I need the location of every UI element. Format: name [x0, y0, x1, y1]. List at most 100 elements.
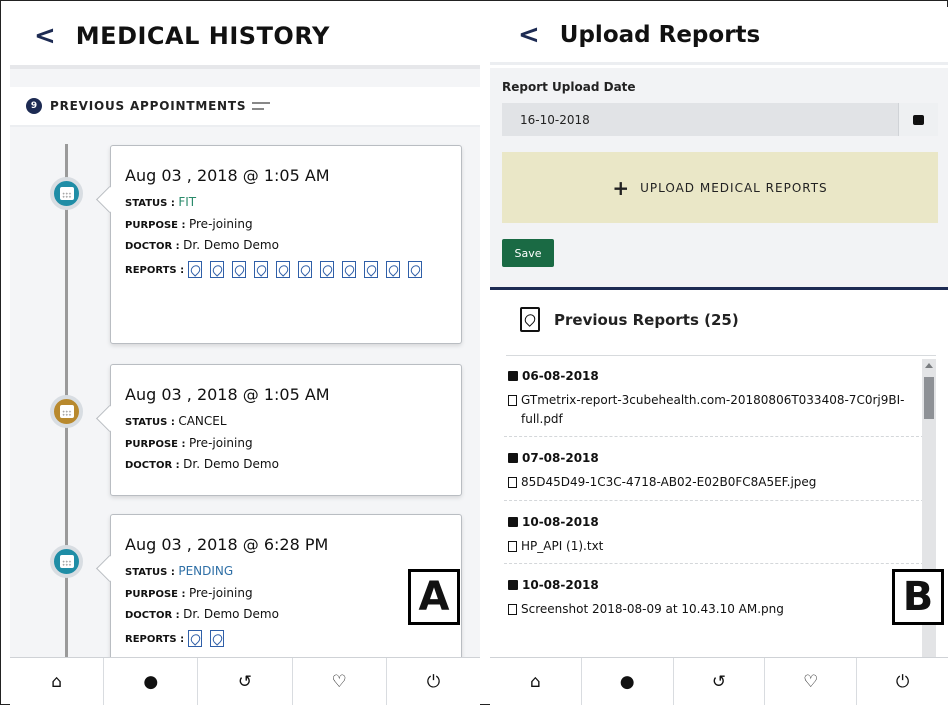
power-icon[interactable]: ⏻ [857, 658, 948, 705]
scrollbar-thumb[interactable] [924, 377, 934, 419]
pdf-report-icon[interactable] [386, 260, 401, 278]
panel-tag-a: A [408, 569, 460, 625]
purpose-value: Pre-joining [188, 585, 253, 600]
pdf-report-icon[interactable] [232, 260, 247, 278]
status-value: PENDING [178, 564, 234, 578]
pdf-report-icon[interactable] [254, 260, 269, 278]
pdf-report-icon[interactable] [210, 629, 225, 647]
calendar-icon [50, 395, 83, 428]
report-date: 10-08-2018 [522, 578, 599, 593]
previous-reports-list: 06-08-2018 GTmetrix-report-3cubehealth.c… [504, 363, 924, 635]
reports-label: REPORTS : [125, 633, 185, 645]
doctor-value: Dr. Demo Demo [183, 457, 279, 471]
doctor-label: DOCTOR : [125, 460, 184, 471]
report-file-link[interactable]: Screenshot 2018-08-09 at 10.43.10 AM.png [521, 600, 784, 619]
report-file-link[interactable]: HP_API (1).txt [521, 537, 603, 556]
list-item[interactable]: 10-08-2018 HP_API (1).txt [504, 509, 924, 565]
upload-medical-reports-button[interactable]: + UPLOAD MEDICAL REPORTS [502, 152, 938, 223]
panel-tag-b: B [892, 569, 944, 625]
doctor-value: Dr. Demo Demo [183, 607, 279, 621]
pdf-report-icon[interactable] [364, 260, 379, 278]
pdf-document-icon [520, 307, 540, 332]
bottom-nav: ⌂ ● ↺ ♡ ⏻ [10, 657, 480, 705]
reports-row: REPORTS : [125, 259, 445, 283]
section-divider [490, 287, 948, 290]
file-icon [508, 604, 517, 616]
upload-reports-header: < Upload Reports [490, 7, 948, 65]
home-icon[interactable]: ⌂ [10, 658, 105, 705]
status-label: STATUS : [125, 567, 179, 578]
scroll-up-arrow-icon[interactable] [925, 363, 933, 368]
purpose-label: PURPOSE : [125, 438, 189, 450]
previous-appointments-bar[interactable]: 9 PREVIOUS APPOINTMENTS [10, 87, 480, 127]
appointment-date: Aug 03 , 2018 @ 6:28 PM [125, 535, 329, 554]
history-icon[interactable]: ↺ [198, 658, 293, 705]
favorites-icon[interactable]: ♡ [293, 658, 387, 705]
calendar-icon [508, 371, 518, 381]
purpose-label: PURPOSE : [125, 219, 189, 231]
purpose-value: Pre-joining [188, 216, 253, 231]
file-icon [508, 395, 517, 406]
date-picker-button[interactable] [898, 103, 938, 136]
page-title: Upload Reports [559, 21, 761, 48]
report-file-link[interactable]: 85D45D49-1C3C-4718-AB02-E02B0FC8A5EF.jpe… [521, 473, 816, 492]
list-item[interactable]: 07-08-2018 85D45D49-1C3C-4718-AB02-E02B0… [504, 445, 924, 501]
purpose-value: Pre-joining [188, 435, 253, 450]
calendar-icon [508, 453, 518, 464]
pdf-report-icon[interactable] [298, 260, 313, 278]
calendar-icon [508, 516, 518, 527]
pdf-report-icon[interactable] [188, 260, 203, 278]
status-label: STATUS : [125, 198, 179, 209]
upload-button-label: UPLOAD MEDICAL REPORTS [640, 180, 828, 195]
report-date: 10-08-2018 [522, 514, 599, 529]
status-value: FIT [178, 195, 197, 209]
pdf-report-icon[interactable] [276, 260, 291, 278]
profile-icon[interactable]: ● [582, 658, 674, 705]
page-title: MEDICAL HISTORY [75, 22, 330, 50]
report-upload-date-label: Report Upload Date [502, 80, 636, 94]
reports-row: REPORTS : [125, 628, 445, 652]
list-item[interactable]: 06-08-2018 GTmetrix-report-3cubehealth.c… [504, 363, 924, 438]
medical-history-header: < MEDICAL HISTORY [10, 7, 480, 69]
report-file-link[interactable]: GTmetrix-report-3cubehealth.com-20180806… [521, 391, 924, 428]
doctor-value: Dr. Demo Demo [183, 238, 279, 252]
back-chevron-icon[interactable]: < [518, 22, 540, 48]
power-icon[interactable]: ⏻ [387, 658, 480, 705]
report-upload-date-field[interactable]: 16-10-2018 [502, 103, 898, 136]
calendar-icon [913, 114, 924, 125]
appointment-card[interactable]: Aug 03 , 2018 @ 1:05 AM STATUS : CANCEL … [110, 364, 462, 496]
pdf-report-icon[interactable] [210, 260, 225, 278]
purpose-label: PURPOSE : [125, 588, 189, 600]
pdf-report-icon[interactable] [320, 260, 335, 278]
list-item[interactable]: 10-08-2018 Screenshot 2018-08-09 at 10.4… [504, 572, 924, 627]
previous-reports-heading: Previous Reports (25) [520, 307, 739, 332]
pdf-report-icon[interactable] [342, 260, 357, 278]
history-icon[interactable]: ↺ [674, 658, 766, 705]
bottom-nav: ⌂ ● ↺ ♡ ⏻ [490, 657, 948, 705]
home-icon[interactable]: ⌂ [490, 658, 582, 705]
pdf-report-icon[interactable] [188, 629, 203, 647]
list-separator [506, 355, 936, 356]
favorites-icon[interactable]: ♡ [765, 658, 858, 705]
status-value: CANCEL [178, 414, 227, 428]
filter-lines-icon[interactable] [252, 102, 271, 110]
calendar-icon [508, 580, 518, 591]
file-icon [508, 540, 517, 552]
doctor-label: DOCTOR : [125, 241, 184, 252]
previous-reports-title: Previous Reports (25) [554, 310, 739, 329]
appointment-card[interactable]: Aug 03 , 2018 @ 1:05 AM STATUS : FIT PUR… [110, 145, 462, 344]
save-button[interactable]: Save [502, 239, 554, 267]
calendar-icon [50, 177, 83, 210]
upload-reports-screen: < Upload Reports Report Upload Date 16-1… [490, 7, 948, 705]
pdf-report-icon[interactable] [408, 260, 423, 278]
status-label: STATUS : [125, 417, 179, 428]
appointments-count-badge: 9 [26, 98, 42, 114]
report-date: 06-08-2018 [522, 369, 599, 383]
profile-icon[interactable]: ● [104, 658, 199, 705]
previous-appointments-label: PREVIOUS APPOINTMENTS [50, 99, 247, 113]
reports-label: REPORTS : [125, 264, 185, 276]
medical-history-screen: < MEDICAL HISTORY 9 PREVIOUS APPOINTMENT… [10, 7, 480, 705]
calendar-icon [50, 545, 83, 578]
back-chevron-icon[interactable]: < [34, 23, 56, 49]
appointment-date: Aug 03 , 2018 @ 1:05 AM [125, 166, 330, 185]
